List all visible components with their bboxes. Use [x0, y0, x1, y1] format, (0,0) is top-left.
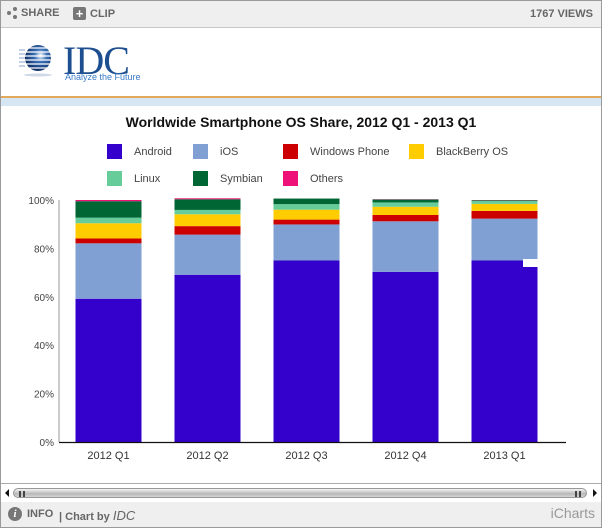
chart-credit-prefix: | Chart by	[59, 511, 110, 523]
y-tick-label: 100%	[28, 196, 54, 207]
scroll-handle-left[interactable]	[19, 491, 25, 497]
x-tick-label: 2012 Q1	[87, 450, 129, 462]
stacked-bar-chart: 0% 20% 40% 60% 80% 100% 2012 Q1 2012 Q2 2012 Q3 2…	[28, 196, 566, 462]
bar-segment-others[interactable]	[75, 200, 142, 202]
chart-credit-name[interactable]: IDC	[113, 508, 135, 523]
bar-segment-windows-phone[interactable]	[174, 226, 241, 235]
bar-segment-blackberry-os[interactable]	[273, 209, 340, 220]
bar-segment-windows-phone[interactable]	[273, 219, 340, 225]
chart-credit: | Chart by IDC	[59, 508, 135, 523]
bar-segment-ios[interactable]	[273, 224, 340, 261]
bar-segment-ios[interactable]	[75, 243, 142, 299]
x-tick-label: 2012 Q4	[384, 450, 426, 462]
y-tick-label: 20%	[34, 390, 54, 401]
info-button[interactable]: INFO	[27, 508, 53, 520]
bar-segment-ios[interactable]	[471, 218, 538, 261]
y-tick-label: 0%	[40, 438, 55, 449]
y-tick-label: 40%	[34, 341, 54, 352]
bar-segment-blackberry-os[interactable]	[372, 206, 439, 216]
bar-segment-symbian[interactable]	[273, 198, 340, 205]
x-tick-label: 2013 Q1	[483, 450, 525, 462]
x-tick-label: 2012 Q3	[285, 450, 327, 462]
scroll-left-arrow-icon[interactable]	[5, 489, 9, 497]
bar-segment-ios[interactable]	[372, 221, 439, 272]
bar-segment-symbian[interactable]	[372, 199, 439, 203]
footer-bar: i INFO | Chart by IDC iCharts	[1, 502, 601, 527]
bar-segment-symbian[interactable]	[75, 201, 142, 218]
bar-segment-android[interactable]	[471, 260, 538, 443]
bar-segment-blackberry-os[interactable]	[75, 223, 142, 239]
bar-segment-symbian[interactable]	[174, 199, 241, 210]
scroll-handle-right[interactable]	[575, 491, 581, 497]
bar-segment-others[interactable]	[174, 198, 241, 200]
bar-segment-android[interactable]	[174, 274, 241, 442]
bar-segment-android[interactable]	[75, 298, 142, 442]
y-tick-label: 80%	[34, 244, 54, 255]
horizontal-scrollbar[interactable]	[1, 483, 601, 503]
bar-segment-windows-phone[interactable]	[372, 215, 439, 222]
scroll-right-arrow-icon[interactable]	[593, 489, 597, 497]
scroll-track[interactable]	[13, 488, 587, 498]
bar-segment-symbian[interactable]	[471, 200, 538, 201]
bar-segment-android[interactable]	[372, 271, 439, 442]
tooltip-remnant	[523, 259, 549, 267]
bar-segment-linux[interactable]	[174, 209, 241, 215]
bar-segment-windows-phone[interactable]	[471, 210, 538, 219]
bar-segment-linux[interactable]	[273, 204, 340, 210]
bar-segment-blackberry-os[interactable]	[174, 214, 241, 227]
x-tick-label: 2012 Q2	[186, 450, 228, 462]
bar-segment-windows-phone[interactable]	[75, 238, 142, 244]
bar-segment-linux[interactable]	[471, 200, 538, 204]
bar-segment-ios[interactable]	[174, 234, 241, 275]
icharts-brand-link[interactable]: iCharts	[551, 505, 595, 521]
chart-widget: SHARE + CLIP 1767 VIEWS IDC Analyze the …	[0, 0, 602, 528]
bar-segment-blackberry-os[interactable]	[471, 203, 538, 211]
y-tick-label: 60%	[34, 293, 54, 304]
info-icon[interactable]: i	[8, 507, 22, 521]
bar-segment-linux[interactable]	[372, 202, 439, 207]
bar-segment-linux[interactable]	[75, 217, 142, 224]
bar-segment-android[interactable]	[273, 260, 340, 443]
